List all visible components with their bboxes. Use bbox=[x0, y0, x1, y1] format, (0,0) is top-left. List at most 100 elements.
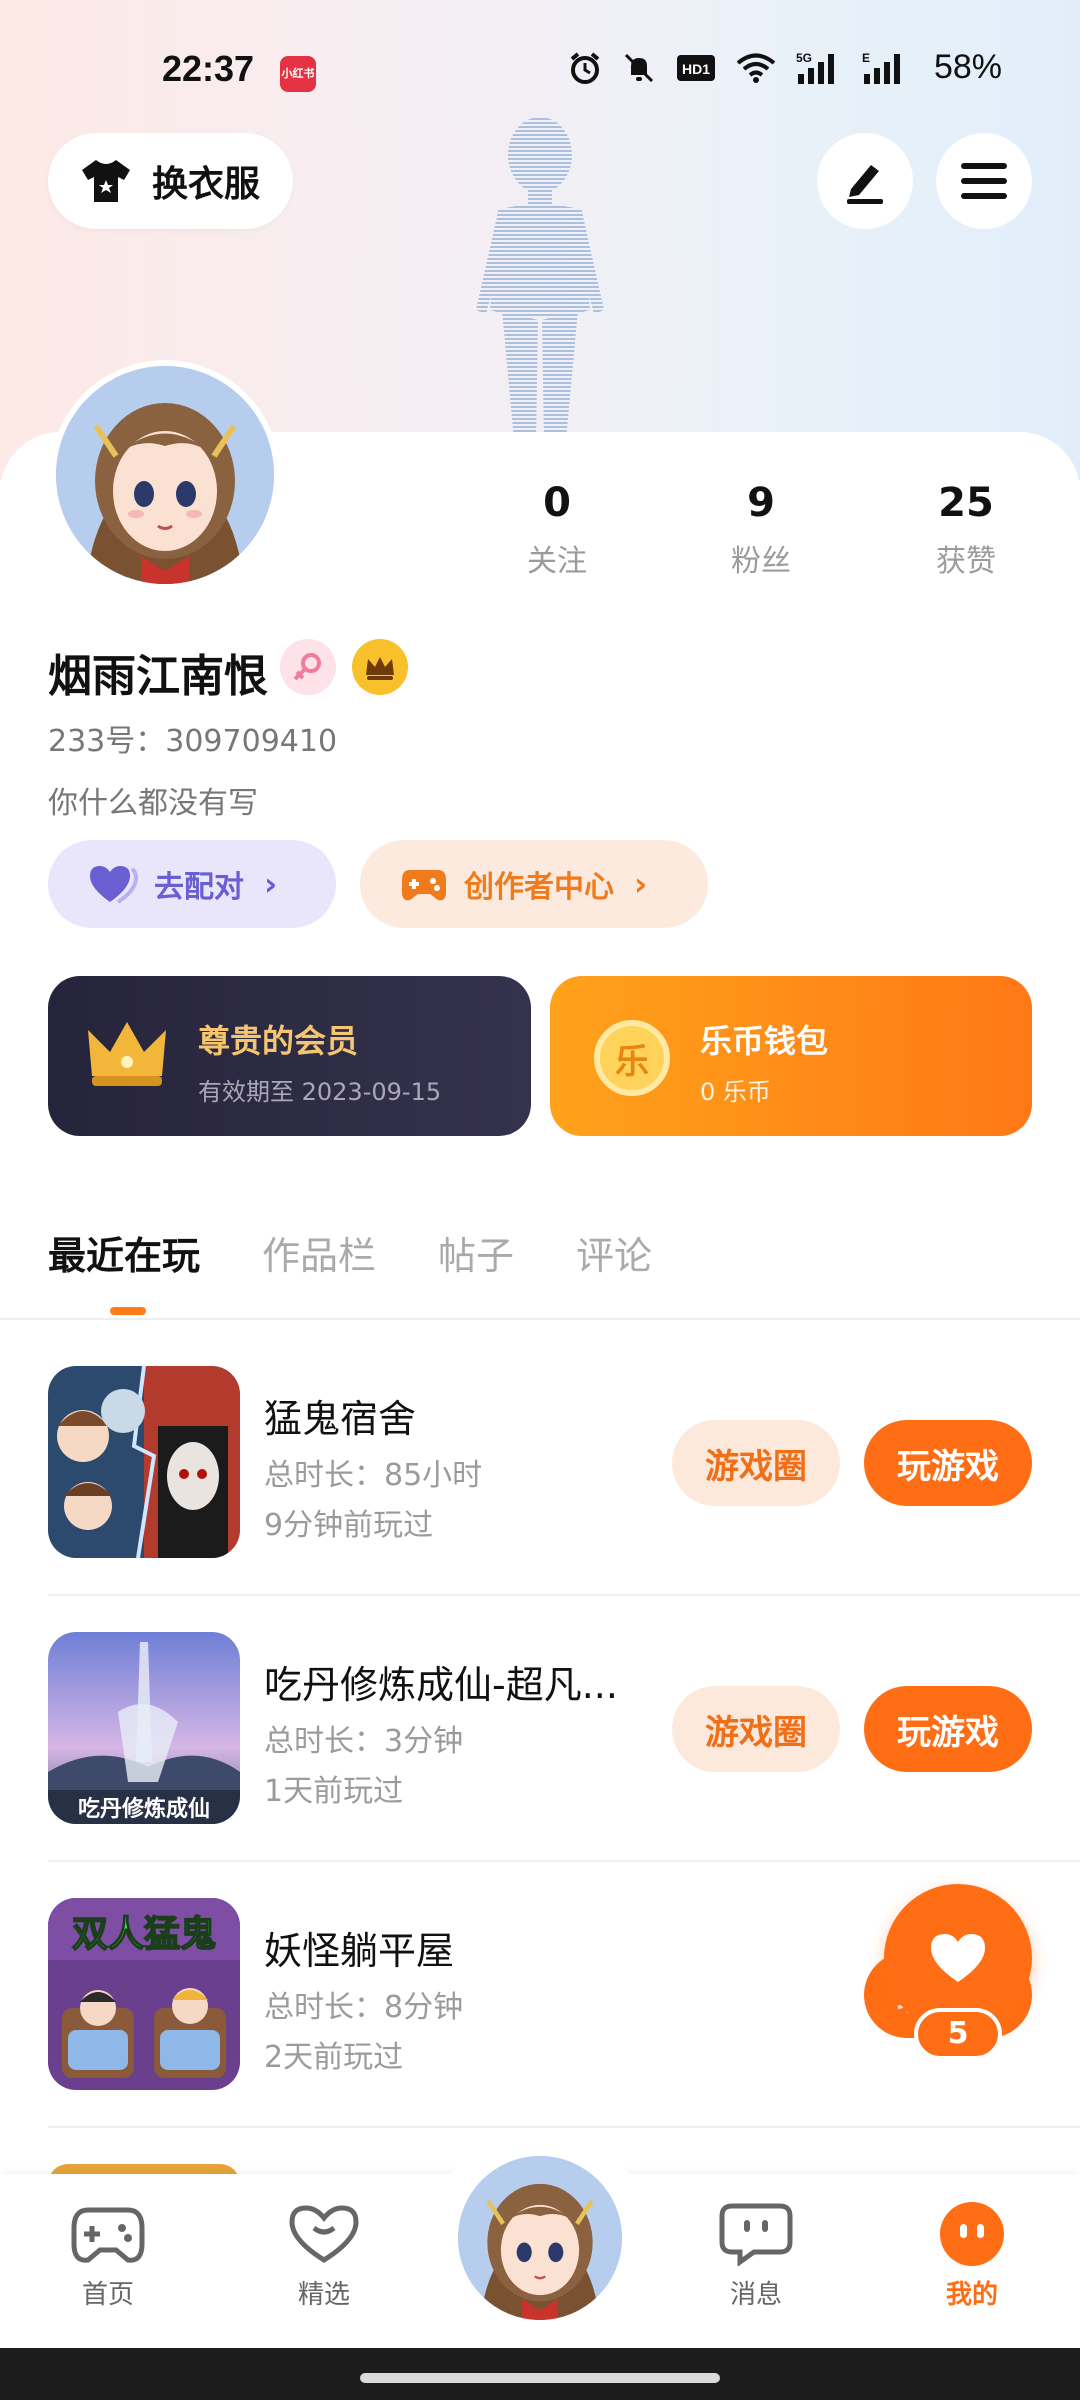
row-divider bbox=[48, 2126, 1080, 2128]
change-outfit-label: 换衣服 bbox=[152, 164, 261, 205]
stat-following-value: 0 bbox=[543, 480, 571, 526]
vip-crown-badge[interactable] bbox=[352, 639, 408, 695]
app-notification-icon: 小红书 bbox=[280, 56, 316, 92]
play-game-button[interactable]: 玩游戏 bbox=[864, 1420, 1032, 1506]
status-icons: HD1 5G E 58% bbox=[568, 48, 1002, 87]
list-item[interactable]: 吃丹修炼成仙 吃丹修炼成仙-超凡... 总时长：3分钟 1天前玩过 游戏圈 玩游… bbox=[0, 1596, 1080, 1862]
list-item[interactable]: 猛鬼宿舍 总时长：85小时 9分钟前玩过 游戏圈 玩游戏 bbox=[0, 1330, 1080, 1596]
game-name: 吃丹修炼成仙-超凡... bbox=[264, 1663, 618, 1707]
hd-icon: HD1 bbox=[676, 54, 715, 81]
pen-icon bbox=[847, 165, 883, 204]
active-tab-indicator bbox=[110, 1307, 146, 1315]
coin-wallet-card[interactable]: 乐 乐币钱包 0 乐币 bbox=[550, 976, 1032, 1136]
svg-text:E: E bbox=[862, 51, 870, 65]
stat-following[interactable]: 0 关注 bbox=[487, 480, 627, 580]
profile-face-icon bbox=[940, 2202, 1004, 2266]
tab-recently-played[interactable]: 最近在玩 bbox=[48, 1225, 200, 1280]
game-duration: 总时长：85小时 bbox=[264, 1458, 483, 1493]
profile-tabs: 最近在玩 作品栏 帖子 评论 bbox=[48, 1225, 714, 1280]
gold-crown-icon bbox=[88, 1022, 166, 1086]
profile-avatar[interactable] bbox=[50, 360, 280, 590]
game-art-cultivation: 吃丹修炼成仙 bbox=[48, 1632, 240, 1824]
tab-posts[interactable]: 帖子 bbox=[438, 1225, 514, 1280]
heart-smile-icon bbox=[289, 2205, 359, 2263]
nav-avatar[interactable] bbox=[452, 2150, 628, 2326]
game-duration: 总时长：3分钟 bbox=[264, 1724, 464, 1759]
nav-featured[interactable]: 精选 bbox=[264, 2202, 384, 2311]
thumbnail-caption: 双人猛鬼 bbox=[72, 1914, 216, 1955]
mute-icon bbox=[624, 53, 653, 82]
stat-followers[interactable]: 9 粉丝 bbox=[691, 480, 831, 580]
svg-text:5G: 5G bbox=[796, 51, 812, 65]
stat-likes-label: 获赞 bbox=[936, 544, 996, 579]
tshirt-icon bbox=[82, 160, 130, 202]
change-outfit-button[interactable]: 换衣服 bbox=[48, 133, 293, 229]
coin-glyph: 乐 bbox=[615, 1041, 649, 1082]
stat-following-label: 关注 bbox=[527, 544, 587, 579]
stat-likes[interactable]: 25 获赞 bbox=[896, 480, 1036, 580]
nav-me-label: 我的 bbox=[945, 2280, 998, 2310]
vip-title: 尊贵的会员 bbox=[198, 1022, 359, 1060]
tab-works[interactable]: 作品栏 bbox=[262, 1225, 376, 1280]
game-circle-button[interactable]: 游戏圈 bbox=[672, 1686, 840, 1772]
tabs-divider bbox=[0, 1318, 1080, 1320]
signal-e-icon: E bbox=[862, 51, 900, 84]
vip-expiry: 有效期至 2023-09-15 bbox=[198, 1078, 442, 1106]
status-time: 22:37 bbox=[162, 48, 255, 89]
nav-featured-label: 精选 bbox=[297, 2280, 350, 2310]
user-bio: 你什么都没有写 bbox=[48, 786, 258, 821]
avatar-illustration bbox=[56, 366, 274, 584]
menu-button[interactable] bbox=[936, 133, 1032, 229]
wifi-icon bbox=[736, 53, 776, 83]
game-art-horror-dorm bbox=[48, 1366, 240, 1558]
chat-bubble-icon bbox=[719, 2203, 793, 2267]
crown-icon bbox=[366, 657, 394, 680]
nav-home-label: 首页 bbox=[81, 2280, 134, 2310]
game-last-played: 9分钟前玩过 bbox=[264, 1508, 434, 1543]
game-art-monster-house: 双人猛鬼 bbox=[48, 1898, 240, 2090]
creator-center-label: 创作者中心 bbox=[464, 870, 614, 905]
female-icon bbox=[293, 653, 321, 681]
game-circle-button[interactable]: 游戏圈 bbox=[672, 1420, 840, 1506]
home-gesture-bar[interactable] bbox=[360, 2373, 720, 2383]
coin-balance: 0 乐币 bbox=[700, 1078, 771, 1106]
avatar-illustration bbox=[458, 2156, 622, 2320]
hamburger-menu-icon bbox=[961, 163, 1007, 199]
game-name: 妖怪躺平屋 bbox=[264, 1929, 455, 1973]
chevron-right-icon: › bbox=[264, 865, 278, 903]
tab-comments[interactable]: 评论 bbox=[576, 1225, 652, 1280]
thumbnail-caption: 吃丹修炼成仙 bbox=[78, 1796, 210, 1822]
gamepad-icon bbox=[71, 2207, 145, 2263]
match-label: 去配对 bbox=[154, 870, 244, 905]
game-last-played: 1天前玩过 bbox=[264, 1774, 404, 1809]
creator-center-button[interactable]: 创作者中心 › bbox=[360, 840, 708, 928]
edit-profile-button[interactable] bbox=[817, 133, 913, 229]
vip-membership-card[interactable]: 尊贵的会员 有效期至 2023-09-15 bbox=[48, 976, 531, 1136]
game-thumbnail[interactable]: 双人猛鬼 bbox=[48, 1898, 240, 2090]
battery-percent: 58% bbox=[933, 48, 1002, 86]
avatar-hologram-figure bbox=[476, 117, 604, 440]
nav-home[interactable]: 首页 bbox=[48, 2202, 168, 2311]
nav-me[interactable]: 我的 bbox=[912, 2202, 1032, 2311]
female-gender-badge bbox=[280, 639, 336, 695]
status-bar: 22:37 小红书 HD1 5G E 58% bbox=[0, 0, 1080, 140]
coin-title: 乐币钱包 bbox=[700, 1022, 829, 1060]
stat-likes-value: 25 bbox=[938, 480, 994, 526]
game-duration: 总时长：8分钟 bbox=[264, 1990, 464, 2025]
user-id: 233号：309709410 bbox=[48, 724, 338, 759]
chevron-right-icon: › bbox=[634, 865, 648, 903]
stat-followers-value: 9 bbox=[747, 480, 775, 526]
play-game-button[interactable]: 玩游戏 bbox=[864, 1686, 1032, 1772]
svg-text:HD1: HD1 bbox=[682, 61, 710, 77]
signal-5g-icon: 5G bbox=[796, 51, 834, 84]
match-button[interactable]: 去配对 › bbox=[48, 840, 336, 928]
game-thumbnail[interactable]: 吃丹修炼成仙 bbox=[48, 1632, 240, 1824]
nav-messages[interactable]: 消息 bbox=[696, 2202, 816, 2311]
nav-messages-label: 消息 bbox=[729, 2280, 782, 2310]
stat-followers-label: 粉丝 bbox=[731, 544, 791, 579]
heart-icon bbox=[931, 1934, 985, 1982]
game-last-played: 2天前玩过 bbox=[264, 2040, 404, 2075]
game-thumbnail[interactable] bbox=[48, 1366, 240, 1558]
username: 烟雨江南恨 bbox=[48, 651, 268, 702]
alarm-icon bbox=[570, 51, 600, 84]
